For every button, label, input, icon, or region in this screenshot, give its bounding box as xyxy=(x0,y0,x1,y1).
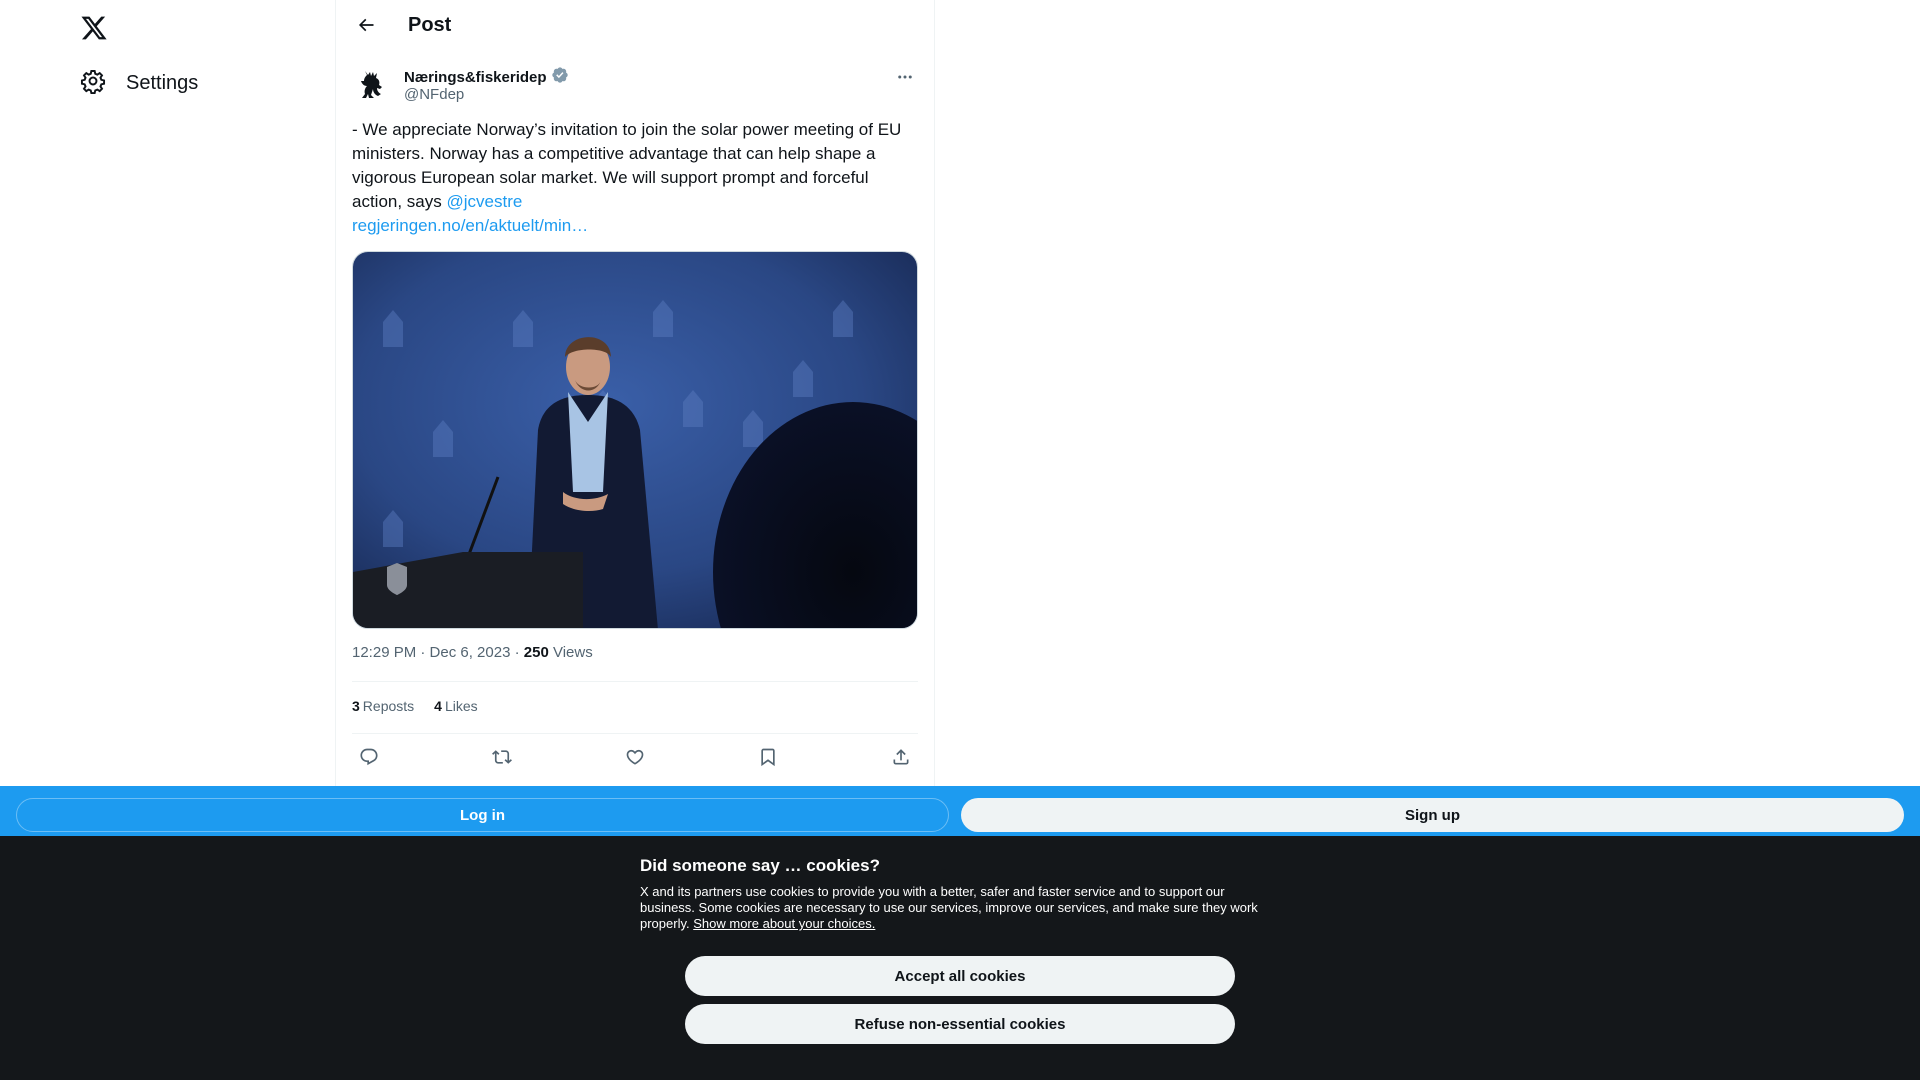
likes-count: 4 xyxy=(434,698,442,714)
repost-icon xyxy=(492,747,512,772)
avatar[interactable] xyxy=(352,64,392,104)
reply-button[interactable] xyxy=(352,742,386,776)
external-link[interactable]: regjeringen.no/en/aktuelt/min… xyxy=(352,216,588,235)
repost-button[interactable] xyxy=(485,742,519,776)
divider xyxy=(352,681,918,682)
post-column: Post Nærings&fiskeridep @NFdep - We appr… xyxy=(335,0,935,786)
back-button[interactable] xyxy=(348,9,384,45)
login-button[interactable]: Log in xyxy=(16,798,949,832)
views-count: 250 xyxy=(523,644,549,661)
more-dots-icon xyxy=(896,68,914,91)
accept-cookies-button[interactable]: Accept all cookies xyxy=(685,956,1235,996)
tweet-time[interactable]: 12:29 PM · Dec 6, 2023 · xyxy=(352,644,524,661)
tweet-body: - We appreciate Norway’s invitation to j… xyxy=(352,120,902,211)
coat-of-arms-lion-icon xyxy=(361,71,382,98)
like-button[interactable] xyxy=(618,742,652,776)
page-title: Post xyxy=(408,14,452,36)
views-label: Views xyxy=(548,644,593,661)
signup-button[interactable]: Sign up xyxy=(961,798,1904,832)
like-icon xyxy=(625,747,645,772)
post-header: Post xyxy=(336,0,934,53)
share-button[interactable] xyxy=(884,742,918,776)
reposts-label: Reposts xyxy=(362,698,415,714)
author-row: Nærings&fiskeridep @NFdep xyxy=(352,62,920,108)
verified-badge-icon xyxy=(551,66,569,89)
press-conference-photo xyxy=(353,252,917,628)
mention-link[interactable]: @jcvestre xyxy=(447,192,523,211)
cookie-body: X and its partners use cookies to provid… xyxy=(640,884,1280,932)
tweet-text: - We appreciate Norway’s invitation to j… xyxy=(352,118,918,238)
reposts-stat[interactable]: 3 Reposts xyxy=(352,698,414,714)
engagement-stats: 3 Reposts 4 Likes xyxy=(352,698,478,714)
tweet-meta: 12:29 PM · Dec 6, 2023 · 250 Views xyxy=(352,644,593,661)
bookmark-button[interactable] xyxy=(751,742,785,776)
back-arrow-icon xyxy=(356,15,376,40)
author-name[interactable]: Nærings&fiskeridep xyxy=(404,69,547,86)
likes-stat[interactable]: 4 Likes xyxy=(434,698,477,714)
cookie-banner: Did someone say … cookies? X and its par… xyxy=(0,836,1920,1080)
login-bar: Log in Sign up xyxy=(0,786,1920,836)
bookmark-icon xyxy=(758,747,778,772)
nav-settings-label: Settings xyxy=(126,71,199,94)
more-options-button[interactable] xyxy=(890,64,920,94)
cookie-more-link[interactable]: Show more about your choices. xyxy=(693,916,875,931)
nav-settings[interactable]: Settings xyxy=(66,58,212,108)
author-handle[interactable]: @NFdep xyxy=(404,86,464,103)
tweet-photo[interactable] xyxy=(352,251,918,629)
reposts-count: 3 xyxy=(352,698,360,714)
cookie-title: Did someone say … cookies? xyxy=(640,856,880,875)
share-icon xyxy=(891,747,911,772)
gear-icon xyxy=(80,68,106,99)
refuse-cookies-button[interactable]: Refuse non-essential cookies xyxy=(685,1004,1235,1044)
likes-label: Likes xyxy=(444,698,478,714)
divider xyxy=(352,733,918,734)
action-bar xyxy=(352,742,918,776)
x-logo-icon[interactable] xyxy=(78,12,110,44)
reply-icon xyxy=(359,747,379,772)
